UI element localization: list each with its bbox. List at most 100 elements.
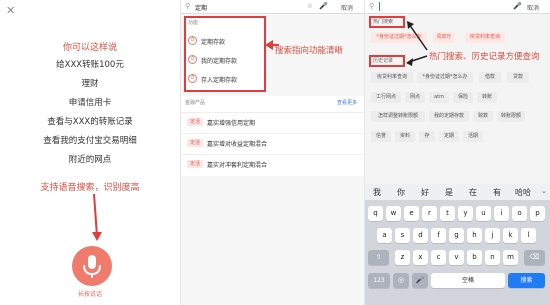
history-chip[interactable]: 跨数 [473,111,493,122]
candidate-word[interactable]: 好 [421,187,429,198]
key[interactable]: f [431,228,446,243]
candidate-word[interactable]: 你 [397,187,405,198]
product-name: 嘉实对冲套利定期混合 [207,162,268,169]
history-chip[interactable]: 保险 [453,92,473,103]
history-chip[interactable]: 网点 [405,92,425,103]
key[interactable]: b [467,250,482,265]
key[interactable]: t [440,206,455,221]
search-input[interactable]: 定期 [195,3,207,12]
candidate-word[interactable]: 在 [469,187,477,198]
history-chip[interactable]: 我的定期存款 [429,111,469,122]
see-more-link[interactable]: 查看更多 [337,99,357,106]
voice-examples: 给XXX转账100元 理财 申请信用卡 查看与XXX的转账记录 查看我的支付宝交… [0,56,180,170]
key[interactable]: r [422,206,437,221]
hot-search-chip[interactable]: 房贷利率查询 [465,32,505,43]
mic-icon[interactable]: 🎤 [319,2,328,10]
product-tag: 定活 [187,160,204,168]
key[interactable]: u [476,206,491,221]
product-tag: 定活 [187,118,204,126]
history-chip[interactable]: 房贷利率查询 [371,72,413,83]
key[interactable]: d [413,228,428,243]
product-row[interactable]: 定活 嘉实增强信用定期 [181,112,365,130]
key[interactable]: e [404,206,419,221]
shift-key[interactable]: ⇧ [368,250,389,265]
history-chip[interactable]: atm [429,92,449,103]
key[interactable]: j [485,228,500,243]
finance-section: 金融产品 查看更多 定活 嘉实增强信用定期 定活 嘉实增对收益定期混合 定活 嘉… [181,96,365,176]
hot-search-label: 热门搜索 [369,16,405,28]
clear-icon[interactable]: ⊗ [307,2,313,10]
key[interactable]: l [521,228,536,243]
history-chip[interactable]: 存 [419,131,435,142]
candidate-word[interactable]: 我 [373,187,381,198]
history-chip[interactable]: 转账限额 [497,111,525,122]
history-chip[interactable]: 资料 [395,131,415,142]
search-input[interactable] [379,2,380,11]
arrow-icon [406,55,428,66]
history-chip[interactable]: 活期 [463,131,483,142]
expand-icon[interactable]: ⌄ [541,187,547,195]
globe-icon: ◎ [397,276,405,284]
key[interactable]: y [458,206,473,221]
close-icon[interactable]: ✕ [6,4,15,17]
key[interactable]: k [503,228,518,243]
key[interactable]: a [377,228,392,243]
section-label: 金融产品 [185,100,206,106]
history-chip[interactable]: 借款 [479,72,501,83]
function-section: 功能 ⏱ 定期存款 ⏱ 我的定期存款 ⏱ 存入定期存款 [184,16,266,92]
candidate-word[interactable]: 哈哈 [515,187,531,198]
cancel-button[interactable]: 取消 [527,3,539,12]
key[interactable]: v [449,250,464,265]
key[interactable]: o [512,206,527,221]
function-item[interactable]: ⏱ 定期存款 [188,34,264,48]
key[interactable]: c [431,250,446,265]
history-chip[interactable]: 转账 [477,92,497,103]
key[interactable]: h [467,228,482,243]
history-chip[interactable]: 怎样调整转账限额 [371,111,425,122]
history-chip[interactable]: 工行网点 [371,92,401,103]
key[interactable]: m [503,250,518,265]
hot-search-chip[interactable]: 贵宾厅 [433,32,455,43]
search-icon: ⚲ [185,2,191,10]
history-chip[interactable]: 信誉 [371,131,391,142]
function-item[interactable]: ⏱ 我的定期存款 [188,53,264,67]
candidate-bar: 我 你 好 是 在 有 哈哈 ⌄ [365,184,550,200]
space-key[interactable]: 空格 [431,273,505,288]
clock-icon: ⏱ [188,36,197,45]
cancel-button[interactable]: 取消 [341,3,353,12]
candidate-word[interactable]: 是 [445,187,453,198]
history-chip[interactable]: 贷款 [507,72,529,83]
mic-icon[interactable]: 🎤 [513,2,522,10]
arrow-down-icon [92,193,102,241]
mic-label: 长按说话 [77,291,102,298]
history-annotation: 热门搜索、历史记录方便查询 [429,52,540,62]
mic-button[interactable] [72,246,112,286]
function-item[interactable]: ⏱ 存入定期存款 [188,72,264,86]
key[interactable]: q [368,206,383,221]
candidate-word[interactable]: 有 [493,187,501,198]
voice-example: 查看我的支付宝交易明细 [43,136,137,146]
search-key[interactable]: 搜索 [508,273,545,288]
history-chip[interactable]: 定期 [439,131,459,142]
key[interactable]: w [386,206,401,221]
product-row[interactable]: 定活 嘉实增对收益定期混合 [181,133,365,151]
dictation-key[interactable]: 🎤 [412,273,428,288]
globe-key[interactable]: ◎ [393,273,409,288]
history-label: 历史记录 [369,55,405,67]
product-row[interactable]: 定活 嘉实对冲套利定期混合 [181,154,365,172]
shift-icon: ⇧ [375,253,382,261]
key[interactable]: g [449,228,464,243]
key[interactable]: s [395,228,410,243]
key[interactable]: p [530,206,545,221]
voice-example: 附近的网点 [68,155,112,165]
product-name: 嘉实增强信用定期 [207,120,256,127]
key[interactable]: n [485,250,500,265]
key[interactable]: x [413,250,428,265]
key[interactable]: i [494,206,509,221]
search-results-panel: ⚲ 定期 ⊗ 🎤 取消 功能 ⏱ 定期存款 ⏱ 我的定期存款 ⏱ 存入定期存款 … [180,0,365,305]
numbers-key[interactable]: 123 [368,273,390,288]
function-label: 存入定期存款 [201,77,238,84]
backspace-key[interactable]: ⌫ [524,250,545,265]
key[interactable]: z [395,250,410,265]
history-chip[interactable]: *身份证过期*怎么办 [417,72,473,83]
